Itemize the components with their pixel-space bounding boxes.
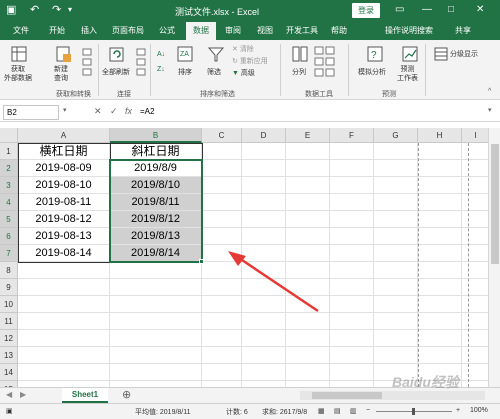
page-layout-view-icon[interactable]: ▤ <box>334 407 341 415</box>
zoom-out-icon[interactable]: − <box>366 407 370 414</box>
macro-record-icon[interactable]: ▣ <box>6 407 13 415</box>
status-average: 平均值: 2019/8/11 <box>135 409 191 416</box>
excel-window: ▣ ↶ ↷ ▾ 测试文件.xlsx - Excel 登录 ▭ — □ ✕ 文件开… <box>0 0 500 419</box>
page-break-view-icon[interactable]: ▥ <box>350 407 357 415</box>
zoom-in-icon[interactable]: + <box>456 407 460 414</box>
status-bar: ▣ 平均值: 2019/8/11 计数: 6 求和: 2617/9/8 ▦ ▤ … <box>0 403 500 419</box>
normal-view-icon[interactable]: ▦ <box>318 407 325 415</box>
annotation-arrow <box>228 251 319 313</box>
watermark: Baidu经验 <box>392 374 459 390</box>
zoom-level[interactable]: 100% <box>470 407 488 414</box>
sheet-scroll-right-icon[interactable]: ▶ <box>20 390 26 399</box>
status-sum: 求和: 2617/9/8 <box>262 409 308 416</box>
new-sheet-icon[interactable]: ⊕ <box>122 388 131 401</box>
sheet-scroll-left-icon[interactable]: ◀ <box>6 390 12 399</box>
sheet-tab-sheet1[interactable]: Sheet1 <box>62 388 108 403</box>
horizontal-scrollbar[interactable] <box>300 391 485 400</box>
zoom-slider-thumb[interactable] <box>412 408 415 415</box>
zoom-slider[interactable] <box>376 408 452 415</box>
status-count: 计数: 6 <box>226 409 248 416</box>
horizontal-scroll-thumb[interactable] <box>312 392 382 399</box>
